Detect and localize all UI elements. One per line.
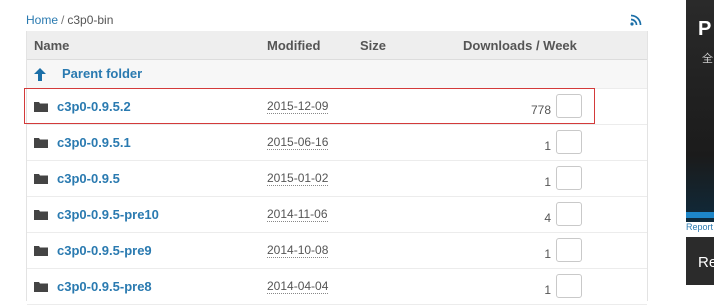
modified-date: 2014-11-06 xyxy=(267,207,328,222)
breadcrumb-home-link[interactable]: Home xyxy=(26,13,58,27)
header-downloads[interactable]: Downloads / Week xyxy=(463,38,577,53)
breadcrumb: Home / c3p0-bin xyxy=(26,13,113,27)
table-row: c3p0-0.9.5-pre10 2014-11-06 4 xyxy=(27,197,647,233)
table-row: c3p0-0.9.5-pre9 2014-10-08 1 xyxy=(27,233,647,269)
file-name-link[interactable]: c3p0-0.9.5.2 xyxy=(57,99,131,114)
header-modified[interactable]: Modified xyxy=(267,38,320,53)
file-name-link[interactable]: c3p0-0.9.5-pre9 xyxy=(57,243,152,258)
modified-date: 2015-01-02 xyxy=(267,171,329,186)
modified-date: 2015-12-09 xyxy=(267,99,329,114)
ad-banner[interactable]: P 全 xyxy=(686,0,714,222)
table-row: c3p0-0.9.5 2015-01-02 1 xyxy=(27,161,647,197)
file-name-link[interactable]: c3p0-0.9.5-pre8 xyxy=(57,279,152,294)
downloads-chart-button[interactable] xyxy=(556,238,582,262)
table-row: c3p0-0.9.5.1 2015-06-16 1 xyxy=(27,125,647,161)
ad-headline: P xyxy=(698,18,712,40)
modified-date: 2014-10-08 xyxy=(267,243,329,258)
ad-report-link[interactable]: Report xyxy=(686,222,713,232)
folder-icon xyxy=(34,102,48,112)
breadcrumb-separator: / xyxy=(61,13,65,27)
downloads-count: 778 xyxy=(530,103,551,117)
downloads-count: 1 xyxy=(544,247,551,261)
table-row: c3p0-0.9.5-pre8 2014-04-04 1 xyxy=(27,269,647,305)
ad-banner-secondary[interactable]: Re xyxy=(686,237,714,285)
file-name-link[interactable]: c3p0-0.9.5.1 xyxy=(57,135,131,150)
ad-stripe xyxy=(686,212,714,218)
table-header: Name Modified Size Downloads / Week xyxy=(27,31,647,60)
breadcrumb-current: c3p0-bin xyxy=(67,13,114,27)
downloads-chart-button[interactable] xyxy=(556,166,582,190)
downloads-count: 1 xyxy=(544,283,551,297)
ad-subtext: 全 xyxy=(702,53,713,65)
downloads-chart-button[interactable] xyxy=(556,202,582,226)
folder-icon xyxy=(34,246,48,256)
file-name-link[interactable]: c3p0-0.9.5-pre10 xyxy=(57,207,159,222)
ad-secondary-text: Re xyxy=(698,254,714,271)
header-size[interactable]: Size xyxy=(360,38,386,53)
downloads-chart-button[interactable] xyxy=(556,130,582,154)
table-row: c3p0-0.9.5.2 2015-12-09 778 xyxy=(27,89,647,125)
header-name[interactable]: Name xyxy=(34,38,69,53)
modified-date: 2015-06-16 xyxy=(267,135,329,150)
parent-folder-link[interactable]: Parent folder xyxy=(62,66,142,81)
rss-icon[interactable] xyxy=(630,14,642,26)
downloads-count: 1 xyxy=(544,139,551,153)
downloads-chart-button[interactable] xyxy=(556,94,582,118)
downloads-chart-button[interactable] xyxy=(556,274,582,298)
downloads-count: 4 xyxy=(544,211,551,225)
files-table: Name Modified Size Downloads / Week Pare… xyxy=(26,31,648,305)
folder-icon xyxy=(34,138,48,148)
folder-icon xyxy=(34,210,48,220)
downloads-count: 1 xyxy=(544,175,551,189)
folder-icon xyxy=(34,174,48,184)
parent-folder-row[interactable]: Parent folder xyxy=(27,60,647,89)
file-name-link[interactable]: c3p0-0.9.5 xyxy=(57,171,120,186)
arrow-up-icon xyxy=(34,68,46,81)
folder-icon xyxy=(34,282,48,292)
modified-date: 2014-04-04 xyxy=(267,279,329,294)
